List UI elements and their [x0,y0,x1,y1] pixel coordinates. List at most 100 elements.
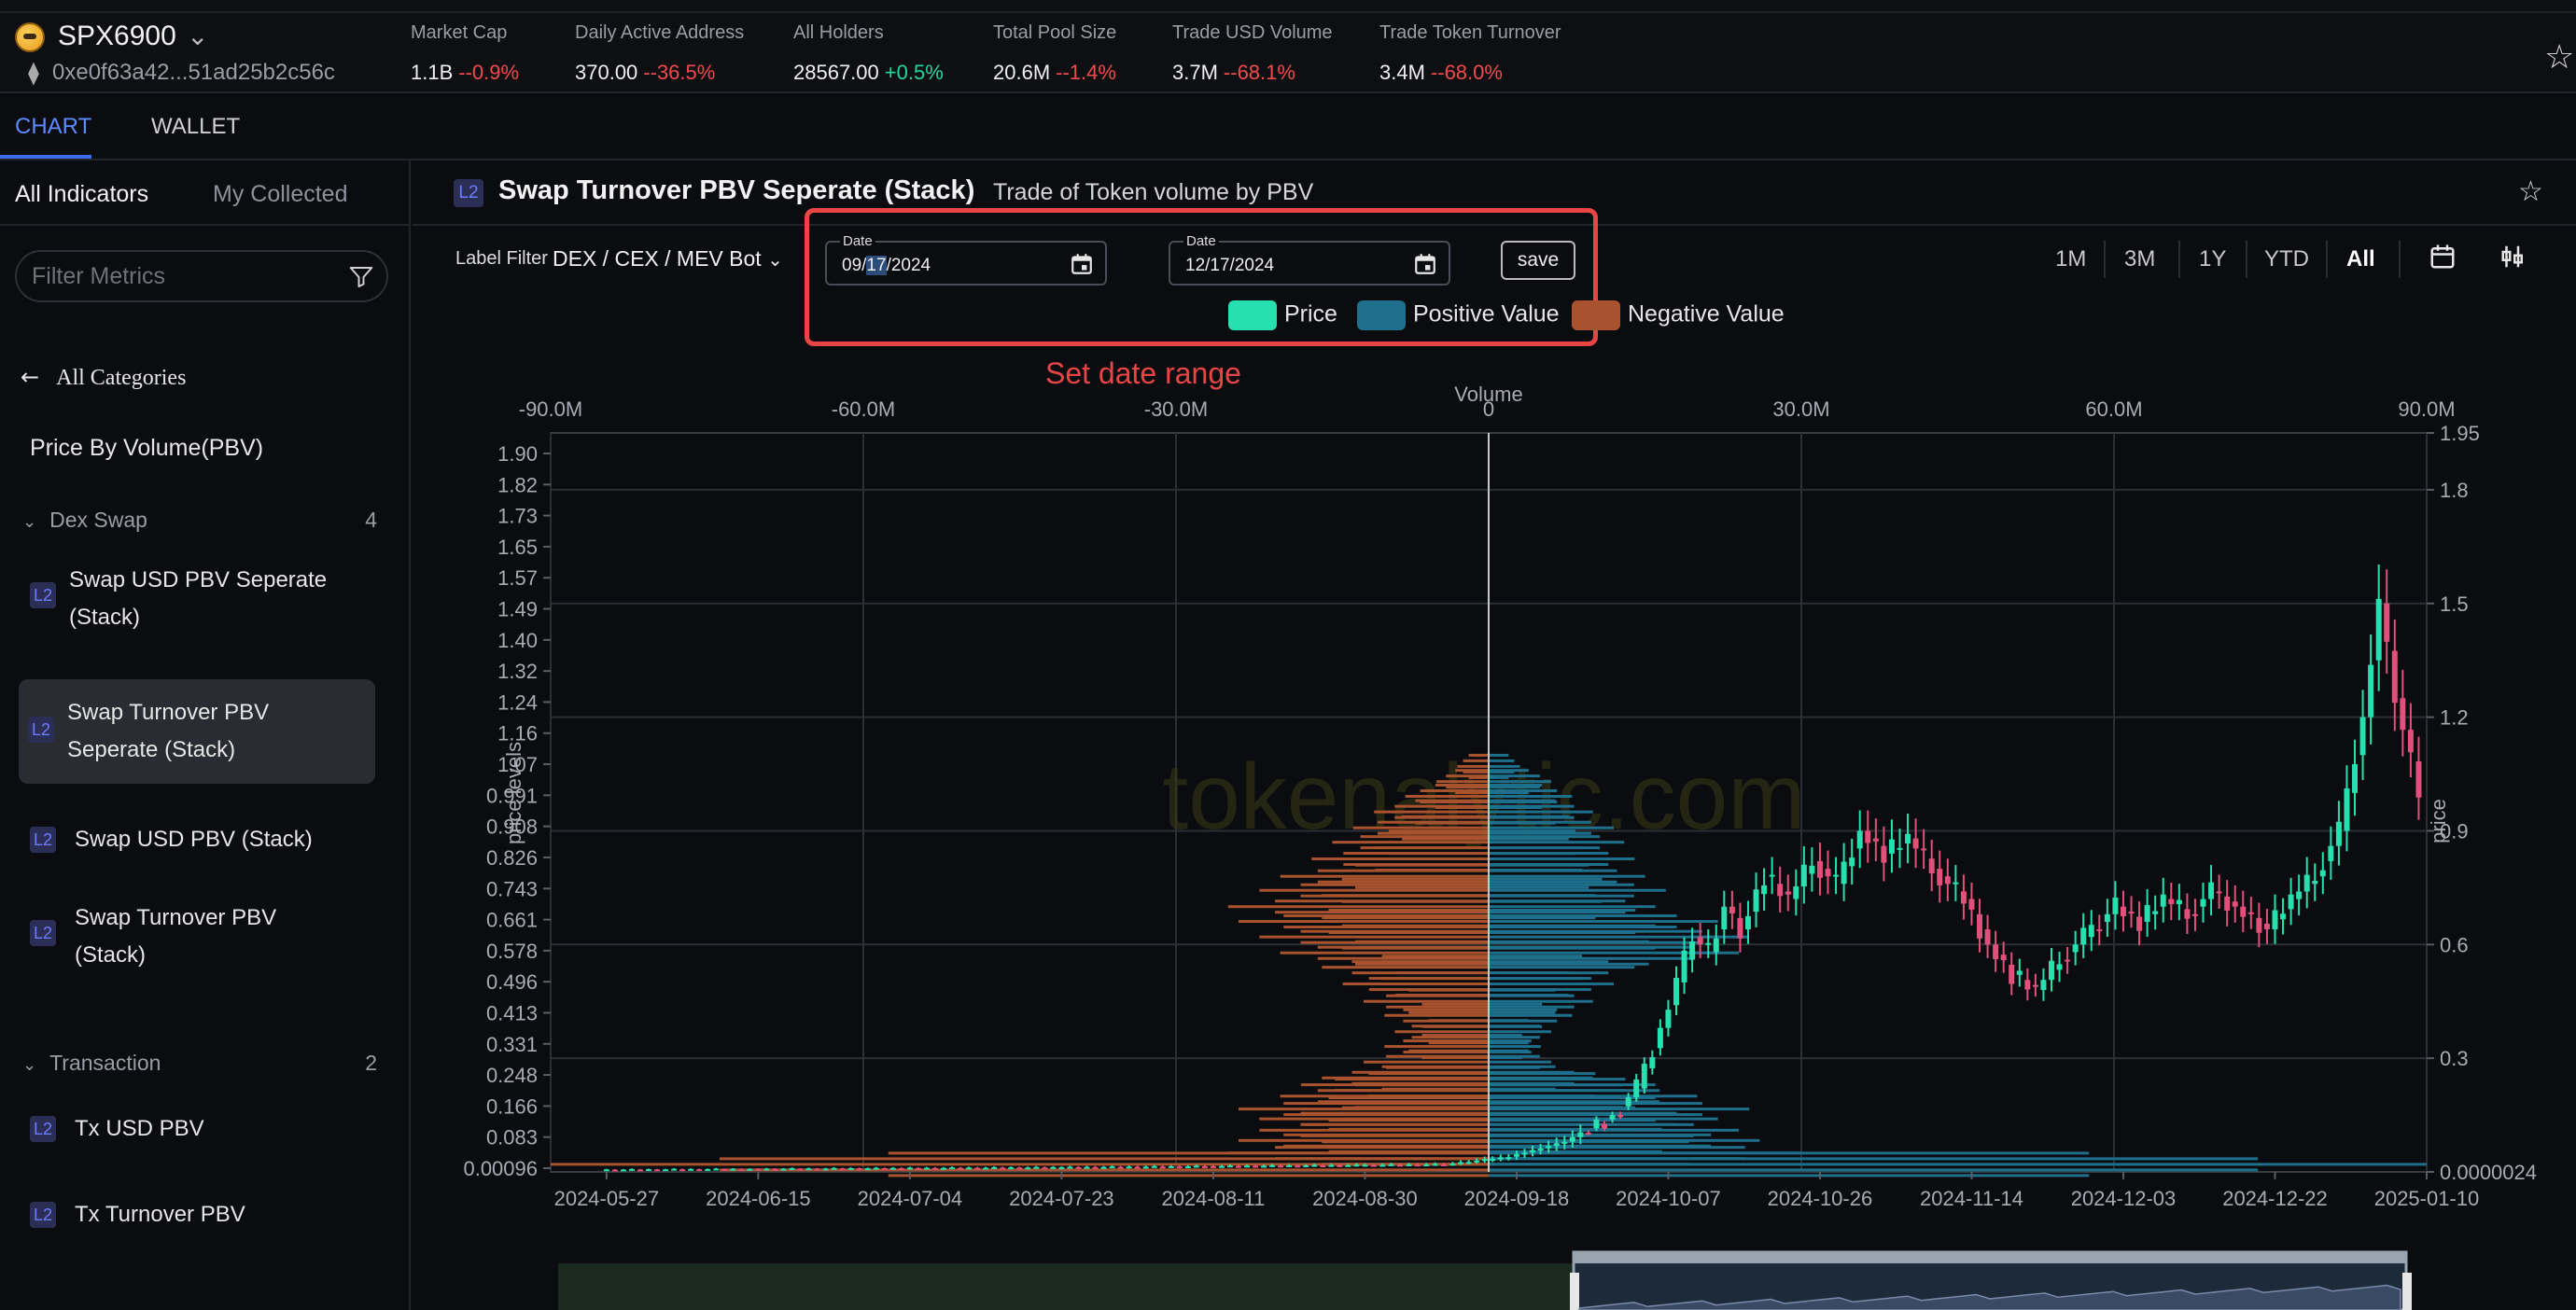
token-address[interactable]: 0xe0f63a42...51ad25b2c56c [52,60,335,86]
candle-down [2247,912,2254,914]
sidebar-item-tx-usd-pbv[interactable]: L2 Tx USD PBV [19,1103,375,1155]
sidebar-item-swap-turnover-pbv[interactable]: L2 Swap Turnover PBV (Stack) [19,894,375,978]
start-date-value[interactable]: 09/17/2024 [842,256,931,276]
metric-value: 370.00 [575,61,638,84]
pbv-positive-bar [1489,877,1603,881]
pbv-negative-bar [1322,916,1489,920]
right-axis-tick-label: 0.6 [2440,933,2469,956]
pbv-positive-bar [1489,795,1573,799]
pbv-chart[interactable]: tokenalytic.com -90.0M -60.0M -30.0M 0 30.0M… [413,355,2576,1310]
candle-up [2375,598,2382,661]
calendar-icon[interactable] [1070,252,1094,276]
range-1m-button[interactable]: 1M [2055,246,2086,272]
metric-change: +0.5% [884,61,944,84]
calendar-icon[interactable] [1413,252,1437,276]
group-dex-swap[interactable]: ⌄ Dex Swap 4 [22,508,377,533]
candle-up [1168,1165,1174,1168]
candle-up [1856,830,1863,849]
filter-metrics-input[interactable] [32,252,340,300]
candle-up [1058,1167,1065,1170]
sidebar-item-swap-usd-pbv[interactable]: L2 Swap USD PBV (Stack) [19,814,375,866]
candle-up [1432,1164,1438,1166]
back-all-categories[interactable]: ← All Categories [21,364,186,391]
favorite-star-icon[interactable]: ☆ [2544,37,2574,77]
sidebar-tab-my-collected[interactable]: My Collected [213,181,348,208]
filter-icon[interactable] [347,263,375,291]
candle-up [2296,891,2303,899]
candle-up [1809,865,1815,874]
candle-up [1151,1165,1157,1168]
candle-up [2319,870,2326,877]
level-badge: L2 [454,179,483,207]
x-axis-tick-label: 2024-09-18 [1464,1187,1570,1210]
chevron-down-icon[interactable]: ⌄ [187,21,208,51]
chart-settings-icon[interactable] [2499,243,2527,271]
legend-price[interactable]: Price [1228,300,1337,330]
candle-down [2391,650,2398,704]
candle-up [2049,960,2054,981]
candle-up [1633,1079,1640,1098]
pbv-positive-bar [1489,1139,1649,1143]
tab-wallet[interactable]: WALLET [151,114,240,140]
sidebar-tab-all-indicators[interactable]: All Indicators [15,181,148,208]
legend-negative-value[interactable]: Negative Value [1572,300,1785,330]
x-axis-tick-label: 2024-10-07 [1616,1187,1721,1210]
candle-up [1126,1166,1132,1169]
candle-up [1286,1164,1293,1167]
label-filter-dropdown[interactable]: DEX / CEX / MEV Bot ⌄ [553,246,783,272]
candle-up [2200,899,2206,907]
pbv-positive-bar [1489,994,1569,997]
candle-up [1362,1164,1368,1167]
range-all-button[interactable]: All [2346,246,2375,272]
legend-positive-value[interactable]: Positive Value [1357,300,1560,330]
pbv-negative-bar [1384,1013,1489,1017]
range-1y-button[interactable]: 1Y [2199,246,2226,272]
sidebar-item-swap-usd-pbv-seperate[interactable]: L2 Swap USD PBV Seperate (Stack) [19,556,375,640]
right-axis-tick-label: 1.5 [2440,592,2469,616]
left-axis-tick-label: 0.331 [486,1033,538,1056]
sidebar-item-swap-turnover-pbv-seperate[interactable]: L2 Swap Turnover PBV Seperate (Stack) [19,679,375,784]
candle-down [755,1168,762,1171]
category-title: Price By Volume(PBV) [30,435,264,461]
sidebar-item-tx-turnover-pbv[interactable]: L2 Tx Turnover PBV [19,1189,375,1241]
range-ytd-button[interactable]: YTD [2264,246,2309,272]
tab-chart[interactable]: CHART [15,114,91,140]
pbv-positive-bar [1489,931,1636,935]
candle-up [1474,1160,1480,1163]
start-date-field[interactable]: Date 09/17/2024 [825,233,1107,286]
candle-up [628,1168,635,1171]
pbv-positive-bar [1489,988,1591,992]
chevron-down-icon: ⌄ [22,512,37,532]
calendar-icon[interactable] [2429,243,2457,271]
metric-market-cap: Market Cap 1.1B --0.9% [411,22,519,85]
metric-change: --68.0% [1430,61,1503,84]
end-date-value[interactable]: 12/17/2024 [1185,256,1274,276]
right-axis-tick-label: 1.8 [2440,479,2469,502]
candle-down [1236,1165,1241,1168]
save-button[interactable]: save [1501,241,1575,280]
pbv-negative-bar [1411,1036,1489,1039]
candle-down [1075,1166,1082,1169]
favorite-star-icon[interactable]: ☆ [2518,175,2543,208]
group-transaction[interactable]: ⌄ Transaction 2 [22,1051,377,1076]
candle-up [1423,1164,1430,1167]
range-navigator[interactable] [558,1250,2412,1310]
pbv-positive-bar [1489,982,1614,986]
token-name[interactable]: SPX6900 [58,21,176,52]
candle-up [1100,1166,1107,1169]
candle-up [2104,913,2110,922]
pbv-positive-bar [1489,911,1626,914]
range-3m-button[interactable]: 3M [2124,246,2155,272]
candle-up [822,1168,829,1171]
candle-up [2144,905,2150,922]
metric-value: 3.7M [1172,61,1218,84]
pbv-positive-bar [1489,885,1589,889]
pbv-negative-bar [1283,1144,1489,1148]
candle-up [2080,927,2087,945]
pbv-negative-bar [1435,806,1489,810]
pbv-negative-bar [1332,841,1489,844]
end-date-field[interactable]: Date 12/17/2024 [1169,233,1450,286]
pbv-positive-bar [1489,977,1583,981]
candle-up [983,1167,989,1170]
candle-down [1278,1165,1284,1168]
